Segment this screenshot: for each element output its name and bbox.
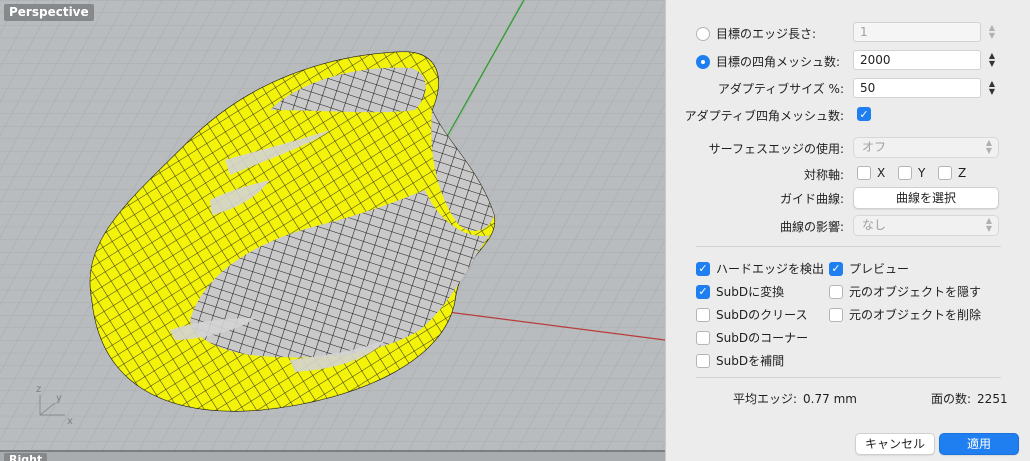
curve-influence-label: 曲線の影響:	[779, 220, 844, 234]
edge-length-label: 目標のエッジ長さ:	[716, 27, 817, 41]
secondary-viewport-edge	[0, 450, 665, 461]
face-count-label: 面の数:	[931, 392, 972, 406]
select-curves-button[interactable]: 曲線を選択	[853, 187, 999, 209]
detect-hard-edges-label: ハードエッジを検出	[716, 262, 825, 276]
subd-corner-label: SubDのコーナー	[716, 331, 809, 345]
surface-edges-label: サーフェスエッジの使用:	[708, 142, 844, 156]
subd-corner-checkbox[interactable]	[696, 330, 710, 345]
subd-interpolate-label: SubDを補間	[716, 354, 785, 368]
edge-length-radio[interactable]	[696, 26, 710, 41]
delete-original-option[interactable]: 元のオブジェクトを削除	[829, 306, 981, 323]
convert-subd-checkbox[interactable]	[696, 284, 710, 299]
adaptive-size-label: アダプティブサイズ %:	[717, 82, 844, 96]
quad-count-label: 目標の四角メッシュ数:	[716, 55, 841, 69]
divider	[696, 246, 1001, 247]
face-count-value: 2251	[977, 391, 1008, 406]
delete-original-label: 元のオブジェクトを削除	[849, 308, 982, 322]
convert-subd-label: SubDに変換	[716, 285, 785, 299]
subd-corner-option[interactable]: SubDのコーナー	[696, 329, 808, 346]
cancel-button[interactable]: キャンセル	[855, 433, 935, 455]
adaptive-quad-label: アダプティブ四角メッシュ数:	[684, 109, 844, 123]
symmetry-y-option[interactable]: Y	[898, 166, 925, 180]
symmetry-x-label: X	[877, 166, 886, 180]
symmetry-label: 対称軸:	[803, 168, 844, 182]
adaptive-size-stepper[interactable]: ▲ ▼	[985, 78, 999, 98]
edge-length-field[interactable]: 1	[853, 22, 981, 42]
avg-edge-stat: 平均エッジ: 0.77 mm	[733, 390, 857, 407]
avg-edge-value: 0.77 mm	[803, 391, 857, 406]
surface-edges-select[interactable]: オフ ▲ ▼	[853, 137, 999, 158]
viewport-title[interactable]: Perspective	[4, 4, 94, 21]
subd-crease-label: SubDのクリース	[716, 308, 808, 322]
quad-count-radio[interactable]	[696, 54, 710, 69]
symmetry-y-checkbox[interactable]	[898, 166, 912, 180]
adaptive-size-field[interactable]: 50	[853, 78, 981, 98]
perspective-viewport[interactable]: z y x Perspective Right	[0, 0, 665, 461]
preview-checkbox[interactable]	[829, 261, 843, 276]
delete-original-checkbox[interactable]	[829, 307, 843, 322]
symmetry-z-label: Z	[958, 166, 967, 180]
detect-hard-edges-option[interactable]: ハードエッジを検出	[696, 260, 824, 277]
hide-original-label: 元のオブジェクトを隠す	[849, 285, 982, 299]
hide-original-option[interactable]: 元のオブジェクトを隠す	[829, 283, 981, 300]
divider	[696, 377, 1001, 378]
edge-length-stepper[interactable]: ▲ ▼	[985, 22, 999, 42]
gizmo-z-label: z	[36, 384, 41, 395]
curve-influence-value: なし	[862, 218, 887, 232]
select-chevron-icon: ▲ ▼	[985, 216, 992, 233]
secondary-viewport-title[interactable]: Right	[4, 453, 48, 461]
subd-crease-option[interactable]: SubDのクリース	[696, 306, 807, 323]
symmetry-x-checkbox[interactable]	[857, 166, 871, 180]
symmetry-x-option[interactable]: X	[857, 166, 885, 180]
gizmo-x-label: x	[67, 416, 73, 427]
quad-count-field[interactable]: 2000	[853, 50, 981, 70]
preview-option[interactable]: プレビュー	[829, 260, 909, 277]
hide-original-checkbox[interactable]	[829, 284, 843, 299]
guide-curves-label: ガイド曲線:	[779, 192, 844, 206]
subd-interpolate-checkbox[interactable]	[696, 353, 710, 368]
quad-count-option[interactable]: 目標の四角メッシュ数:	[696, 53, 840, 70]
face-count-stat: 面の数: 2251	[931, 390, 1008, 407]
preview-label: プレビュー	[849, 262, 910, 276]
edge-length-option[interactable]: 目標のエッジ長さ:	[696, 25, 816, 42]
symmetry-z-checkbox[interactable]	[938, 166, 952, 180]
quadremesh-panel: 目標のエッジ長さ: 1 ▲ ▼ 目標の四角メッシュ数: 2000 ▲ ▼ アダプティ…	[665, 0, 1030, 461]
adaptive-quad-checkbox[interactable]	[857, 107, 871, 121]
convert-subd-option[interactable]: SubDに変換	[696, 283, 784, 300]
detect-hard-edges-checkbox[interactable]	[696, 261, 710, 276]
gizmo-y-label: y	[56, 393, 62, 404]
viewport-scene[interactable]: z y x	[0, 0, 665, 461]
avg-edge-label: 平均エッジ:	[733, 392, 798, 406]
curve-influence-select[interactable]: なし ▲ ▼	[853, 215, 999, 236]
quad-count-stepper[interactable]: ▲ ▼	[985, 50, 999, 70]
apply-button[interactable]: 適用	[939, 433, 1019, 455]
subd-crease-checkbox[interactable]	[696, 307, 710, 322]
select-chevron-icon: ▲ ▼	[985, 138, 992, 155]
symmetry-y-label: Y	[918, 166, 926, 180]
symmetry-z-option[interactable]: Z	[938, 166, 966, 180]
surface-edges-value: オフ	[862, 140, 887, 154]
subd-interpolate-option[interactable]: SubDを補間	[696, 352, 784, 369]
